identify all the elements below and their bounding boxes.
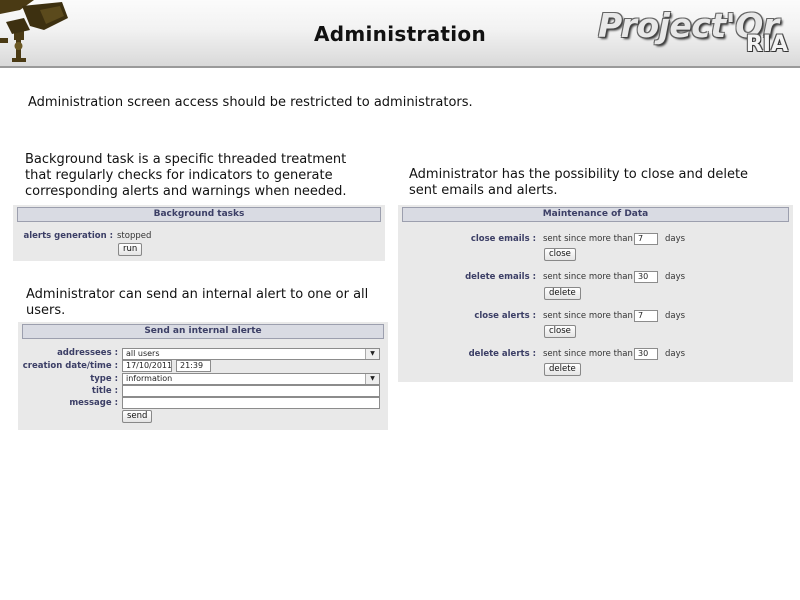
close-emails-button[interactable]: close: [544, 248, 576, 261]
type-select[interactable]: information ▼: [122, 373, 380, 385]
days-text: days: [665, 349, 686, 359]
title-label: title :: [91, 386, 118, 396]
close-emails-days-input[interactable]: 7: [634, 233, 658, 245]
close-emails-label: close emails :: [470, 234, 536, 244]
creation-date-label: creation date/time :: [22, 361, 118, 371]
alerts-generation-status: stopped: [117, 231, 152, 241]
chevron-down-icon[interactable]: ▼: [365, 349, 379, 359]
addressees-label: addressees :: [57, 348, 118, 358]
run-button[interactable]: run: [118, 243, 143, 256]
sent-since-text: sent since more than: [543, 311, 633, 321]
send-alert-panel: Send an internal alerte addressees : all…: [18, 322, 388, 430]
creation-time-input[interactable]: 21:39: [176, 360, 211, 372]
delete-emails-button[interactable]: delete: [544, 287, 581, 300]
message-label: message :: [69, 398, 118, 408]
brand-logo: Project'Or RIA: [598, 6, 794, 60]
type-value: information: [126, 374, 173, 383]
background-tasks-title: Background tasks: [17, 207, 381, 222]
delete-emails-label: delete emails :: [465, 272, 536, 282]
close-alerts-days-input[interactable]: 7: [634, 310, 658, 322]
alerts-generation-label: alerts generation :: [23, 231, 113, 241]
background-task-note: Background task is a specific threaded t…: [25, 152, 347, 199]
close-alerts-days-value: 7: [638, 311, 644, 320]
internal-alert-note: Administrator can send an internal alert…: [26, 287, 369, 318]
creation-time-value: 21:39: [180, 361, 204, 370]
chevron-down-icon[interactable]: ▼: [365, 374, 379, 384]
days-text: days: [665, 311, 686, 321]
close-emails-days-value: 7: [638, 234, 644, 243]
send-alert-title: Send an internal alerte: [22, 324, 384, 339]
header: Administration Project'Or RIA: [0, 0, 800, 68]
creation-date-value: 17/10/2011: [126, 361, 172, 370]
days-text: days: [665, 234, 686, 244]
sent-since-text: sent since more than: [543, 234, 633, 244]
message-input[interactable]: [122, 397, 380, 409]
addressees-value: all users: [126, 349, 160, 358]
maintenance-note: Administrator has the possibility to clo…: [409, 167, 749, 198]
close-alerts-label: close alerts :: [474, 311, 536, 321]
restriction-note: Administration screen access should be r…: [28, 95, 473, 110]
creation-date-input[interactable]: 17/10/2011: [122, 360, 172, 372]
title-input[interactable]: [122, 385, 380, 397]
brand-suffix: RIA: [745, 32, 788, 57]
send-button[interactable]: send: [122, 410, 153, 423]
close-alerts-button[interactable]: close: [544, 325, 576, 338]
delete-alerts-button[interactable]: delete: [544, 363, 581, 376]
delete-alerts-label: delete alerts :: [468, 349, 536, 359]
type-label: type :: [90, 374, 118, 384]
sent-since-text: sent since more than: [543, 272, 633, 282]
days-text: days: [665, 272, 686, 282]
maintenance-panel: Maintenance of Data close emails : sent …: [398, 205, 793, 382]
background-tasks-panel: Background tasks alerts generation : sto…: [13, 205, 385, 261]
sent-since-text: sent since more than: [543, 349, 633, 359]
addressees-select[interactable]: all users ▼: [122, 348, 380, 360]
delete-emails-days-input[interactable]: 30: [634, 271, 658, 283]
maintenance-title: Maintenance of Data: [402, 207, 789, 222]
delete-alerts-days-input[interactable]: 30: [634, 348, 658, 360]
delete-alerts-days-value: 30: [638, 349, 649, 358]
delete-emails-days-value: 30: [638, 272, 649, 281]
